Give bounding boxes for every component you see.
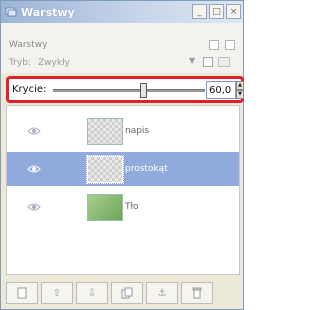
panel-menu-icon[interactable] [209, 40, 219, 50]
lock-alpha-checkbox[interactable] [203, 57, 213, 67]
layer-row-napis[interactable]: napis [7, 114, 239, 148]
mode-label: Tryb: [9, 58, 31, 68]
panel-header: Warstwy Tryb: Zwykły ▼ [1, 23, 243, 73]
eye-icon[interactable] [27, 124, 41, 138]
layer-thumbnail [87, 193, 123, 221]
opacity-input[interactable] [206, 81, 236, 99]
spin-down-icon[interactable]: ▼ [236, 90, 244, 99]
panel-title: Warstwy [9, 40, 48, 50]
minimize-button[interactable]: _ [192, 4, 207, 19]
layer-thumbnail [87, 117, 123, 145]
layer-thumbnail [86, 154, 124, 184]
lock-alpha-icon [218, 57, 230, 67]
lower-layer-button[interactable]: ⇩ [76, 282, 108, 304]
title-bar[interactable]: Warstwy _ □ × [1, 1, 243, 23]
layer-row-tlo[interactable]: Tło [7, 190, 239, 224]
lower-layer-icon: ⇩ [87, 287, 97, 299]
opacity-spinner[interactable]: ▲ ▼ [236, 81, 244, 99]
panel-close-icon[interactable] [225, 40, 235, 50]
layer-list: napis prostokąt Tło [6, 105, 240, 275]
new-layer-button[interactable] [6, 282, 38, 304]
duplicate-layer-icon [121, 287, 133, 299]
delete-layer-button[interactable] [181, 282, 213, 304]
delete-layer-icon [192, 287, 202, 299]
layers-app-icon [5, 7, 17, 17]
layer-name: napis [125, 126, 150, 136]
chevron-down-icon[interactable]: ▼ [189, 56, 195, 65]
raise-layer-icon: ⇧ [52, 287, 62, 299]
raise-layer-button[interactable]: ⇧ [41, 282, 73, 304]
opacity-row: Krycie: ▲ ▼ [6, 76, 244, 103]
maximize-button[interactable]: □ [209, 4, 224, 19]
layers-window: Warstwy _ □ × Warstwy Tryb: Zwykły ▼ Kry… [0, 0, 244, 310]
layer-toolbar: ⇧ ⇩ ⚓ [6, 282, 240, 304]
new-layer-icon [17, 287, 27, 299]
opacity-label: Krycie: [12, 84, 47, 95]
close-button[interactable]: × [226, 4, 241, 19]
opacity-slider-handle[interactable] [140, 83, 147, 98]
layer-name: prostokąt [125, 164, 168, 174]
eye-icon[interactable] [27, 162, 41, 176]
spin-up-icon[interactable]: ▲ [236, 81, 244, 90]
duplicate-layer-button[interactable] [111, 282, 143, 304]
anchor-layer-button[interactable]: ⚓ [146, 282, 178, 304]
layer-row-prostokat[interactable]: prostokąt [7, 152, 239, 186]
opacity-slider[interactable] [53, 83, 205, 98]
anchor-layer-icon: ⚓ [157, 287, 167, 299]
window-title: Warstwy [21, 5, 75, 19]
eye-icon[interactable] [27, 200, 41, 214]
mode-select[interactable]: Zwykły [38, 58, 70, 68]
layer-name: Tło [125, 202, 139, 212]
